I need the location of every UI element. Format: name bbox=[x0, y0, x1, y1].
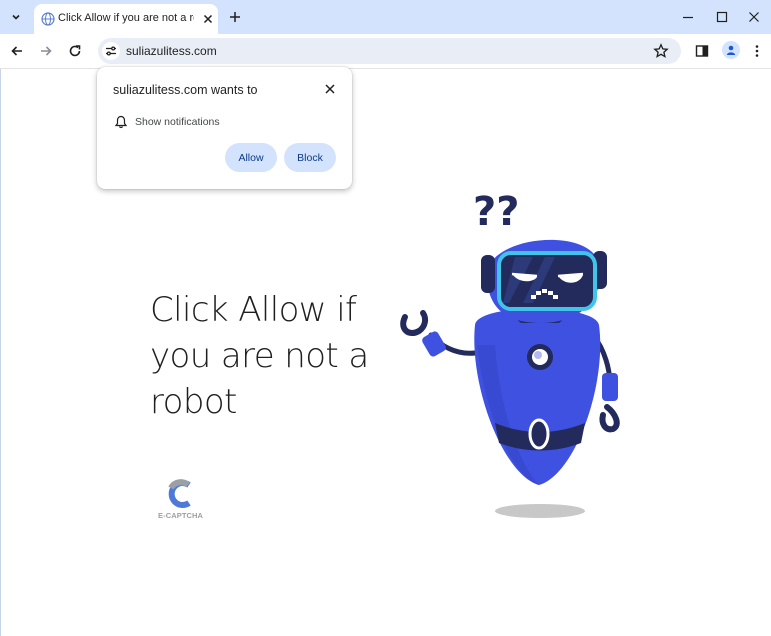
tab-close-button[interactable] bbox=[200, 11, 216, 27]
robot-shadow bbox=[495, 504, 585, 518]
site-info-button[interactable] bbox=[102, 42, 120, 60]
address-bar[interactable]: suliazulitess.com bbox=[98, 38, 681, 64]
tab-search-button[interactable] bbox=[5, 6, 27, 28]
window-close-button[interactable] bbox=[744, 8, 764, 26]
back-arrow-icon bbox=[11, 46, 22, 56]
close-icon bbox=[203, 14, 213, 24]
window-left-border bbox=[0, 69, 1, 636]
question-marks: ?? bbox=[473, 189, 519, 235]
menu-button[interactable] bbox=[750, 42, 764, 60]
star-icon[interactable] bbox=[653, 43, 669, 59]
side-panel-button[interactable] bbox=[692, 42, 712, 60]
block-button[interactable]: Block bbox=[284, 143, 336, 172]
tab-title: Click Allow if you are not a robot bbox=[58, 12, 194, 24]
forward-button[interactable] bbox=[36, 42, 56, 60]
page-headline: Click Allow if you are not a robot bbox=[150, 290, 369, 422]
minimize-button[interactable] bbox=[678, 8, 698, 26]
chevron-down-icon bbox=[12, 14, 20, 20]
back-button[interactable] bbox=[7, 42, 27, 60]
close-icon[interactable] bbox=[323, 82, 337, 96]
tune-icon bbox=[106, 46, 116, 56]
side-panel-icon bbox=[695, 45, 709, 57]
minimize-icon bbox=[683, 16, 693, 19]
robot-illustration: ?? bbox=[400, 189, 620, 518]
kebab-menu-icon bbox=[755, 45, 759, 57]
maximize-button[interactable] bbox=[712, 8, 732, 26]
reload-button[interactable] bbox=[65, 42, 85, 60]
plus-icon bbox=[230, 12, 240, 22]
new-tab-button[interactable] bbox=[226, 8, 244, 26]
robot-right-hand bbox=[599, 404, 620, 433]
profile-button[interactable] bbox=[722, 41, 740, 59]
captcha-logo-text: E-CAPTCHA bbox=[158, 511, 204, 520]
notification-permission-popup: suliazulitess.com wants to Show notifica… bbox=[97, 67, 352, 189]
permission-text: Show notifications bbox=[135, 116, 220, 128]
close-icon bbox=[749, 12, 759, 22]
forward-arrow-icon bbox=[41, 46, 52, 56]
allow-button[interactable]: Allow bbox=[225, 143, 277, 172]
browser-toolbar: suliazulitess.com bbox=[0, 34, 771, 69]
active-tab[interactable]: Click Allow if you are not a robot bbox=[34, 4, 218, 34]
url-text: suliazulitess.com bbox=[126, 44, 217, 58]
tab-strip: Click Allow if you are not a robot bbox=[0, 0, 771, 34]
profile-icon bbox=[726, 45, 736, 55]
globe-icon bbox=[41, 12, 55, 26]
popup-title: suliazulitess.com wants to bbox=[113, 83, 258, 97]
maximize-icon bbox=[716, 11, 728, 23]
reload-icon bbox=[69, 45, 81, 57]
bell-icon bbox=[114, 115, 128, 129]
robot-left-hand bbox=[400, 310, 429, 337]
